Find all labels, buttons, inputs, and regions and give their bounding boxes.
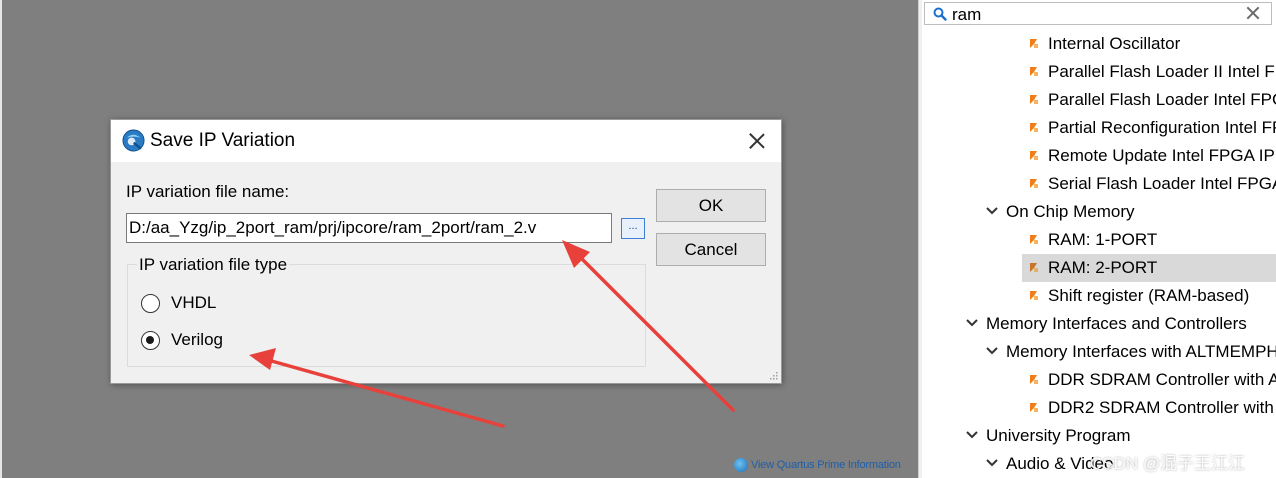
file-name-label: IP variation file name: <box>126 182 290 201</box>
ip-core-icon <box>1030 235 1038 244</box>
ip-core-icon <box>1030 151 1038 160</box>
ip-core-icon <box>1030 67 1038 76</box>
tree-item-ddr-sdram-controller[interactable]: DDR SDRAM Controller with ALTMEMPHY <box>922 366 1276 394</box>
tree-item-label: Parallel Flash Loader II Intel FPGA IP <box>1048 62 1276 81</box>
chevron-down-icon[interactable] <box>966 430 978 440</box>
tree-item-label: Partial Reconfiguration Intel FPGA IP <box>1048 118 1276 137</box>
tree-category-audio-video[interactable]: Audio & Video <box>922 450 1276 478</box>
clear-search-icon[interactable] <box>1245 5 1261 21</box>
radio-button-verilog[interactable] <box>141 330 160 350</box>
ip-core-icon <box>1030 123 1038 132</box>
ip-core-icon <box>1030 291 1038 300</box>
save-ip-variation-dialog: Save IP Variation IP variation file name… <box>110 119 782 384</box>
tree-item-remote-update[interactable]: Remote Update Intel FPGA IP <box>922 142 1276 170</box>
tree-item-label: Memory Interfaces with ALTMEMPHY <box>1006 342 1276 361</box>
search-input[interactable] <box>952 5 1232 25</box>
tree-item-parallel-flash-loader-ii[interactable]: Parallel Flash Loader II Intel FPGA IP <box>922 58 1276 86</box>
close-icon[interactable] <box>745 129 769 153</box>
tree-item-parallel-flash-loader[interactable]: Parallel Flash Loader Intel FPGA IP <box>922 86 1276 114</box>
radio-button-vhdl[interactable] <box>141 293 160 313</box>
tree-category-on-chip-memory[interactable]: On Chip Memory <box>922 198 1276 226</box>
ip-core-icon <box>1030 179 1038 188</box>
cancel-button[interactable]: Cancel <box>656 233 766 266</box>
ip-core-icon <box>1030 39 1038 48</box>
tree-item-label: DDR SDRAM Controller with ALTMEMPHY <box>1048 370 1276 389</box>
tree-item-label: Parallel Flash Loader Intel FPGA IP <box>1048 90 1276 109</box>
ip-core-icon <box>1030 403 1038 412</box>
ip-core-icon <box>1030 375 1038 384</box>
browse-button[interactable]: ... <box>621 218 645 239</box>
quartus-app-icon <box>122 129 145 152</box>
view-quartus-info-link[interactable]: View Quartus Prime Information <box>734 457 901 473</box>
tree-item-label: DDR2 SDRAM Controller with ALTMEMPHY <box>1048 398 1276 417</box>
chevron-down-icon[interactable] <box>986 458 998 468</box>
chevron-down-icon[interactable] <box>966 318 978 328</box>
ip-core-icon <box>1030 95 1038 104</box>
search-icon <box>933 7 947 21</box>
dialog-title: Save IP Variation <box>150 130 296 151</box>
tree-category-altmemphy[interactable]: Memory Interfaces with ALTMEMPHY <box>922 338 1276 366</box>
file-type-groupbox <box>127 264 646 367</box>
tree-category-university-program[interactable]: University Program <box>922 422 1276 450</box>
tree-item-label: Memory Interfaces and Controllers <box>986 314 1247 333</box>
file-type-group-label: IP variation file type <box>137 255 290 275</box>
tree-item-label: RAM: 1-PORT <box>1048 230 1158 249</box>
ip-core-icon <box>1030 263 1038 272</box>
tree-item-ram-1-port[interactable]: RAM: 1-PORT <box>922 226 1276 254</box>
tree-item-ddr2-sdram-controller[interactable]: DDR2 SDRAM Controller with ALTMEMPHY <box>922 394 1276 422</box>
tree-item-label: University Program <box>986 426 1131 445</box>
tree-item-label: Audio & Video <box>1006 454 1114 473</box>
chevron-down-icon[interactable] <box>986 346 998 356</box>
view-quartus-info-label: View Quartus Prime Information <box>751 459 901 471</box>
ip-catalog-tree: Internal Oscillator Parallel Flash Loade… <box>922 30 1276 478</box>
tree-category-memory-interfaces[interactable]: Memory Interfaces and Controllers <box>922 310 1276 338</box>
file-path-input[interactable]: D:/aa_Yzg/ip_2port_ram/prj/ipcore/ram_2p… <box>126 213 612 243</box>
tree-item-label: Serial Flash Loader Intel FPGA IP <box>1048 174 1276 193</box>
tree-item-internal-oscillator[interactable]: Internal Oscillator <box>922 30 1276 58</box>
ip-catalog-search[interactable] <box>924 2 1272 25</box>
radio-label-verilog: Verilog <box>171 330 223 349</box>
radio-vhdl[interactable]: VHDL <box>141 293 216 313</box>
tree-item-partial-reconfiguration[interactable]: Partial Reconfiguration Intel FPGA IP <box>922 114 1276 142</box>
chevron-down-icon[interactable] <box>986 206 998 216</box>
tree-item-label: RAM: 2-PORT <box>1048 258 1158 277</box>
resize-grip-icon[interactable] <box>768 370 778 380</box>
tree-item-label: Remote Update Intel FPGA IP <box>1048 146 1275 165</box>
tree-item-label: On Chip Memory <box>1006 202 1135 221</box>
radio-label-vhdl: VHDL <box>171 293 217 312</box>
globe-icon <box>734 458 748 472</box>
dialog-titlebar: Save IP Variation <box>111 120 781 162</box>
tree-item-label: Internal Oscillator <box>1048 34 1181 53</box>
tree-item-shift-register[interactable]: Shift register (RAM-based) <box>922 282 1276 310</box>
tree-item-serial-flash-loader[interactable]: Serial Flash Loader Intel FPGA IP <box>922 170 1276 198</box>
tree-item-ram-2-port[interactable]: RAM: 2-PORT <box>922 254 1276 282</box>
ok-button[interactable]: OK <box>656 189 766 222</box>
radio-verilog[interactable]: Verilog <box>141 330 223 350</box>
tree-item-label: Shift register (RAM-based) <box>1048 286 1250 305</box>
